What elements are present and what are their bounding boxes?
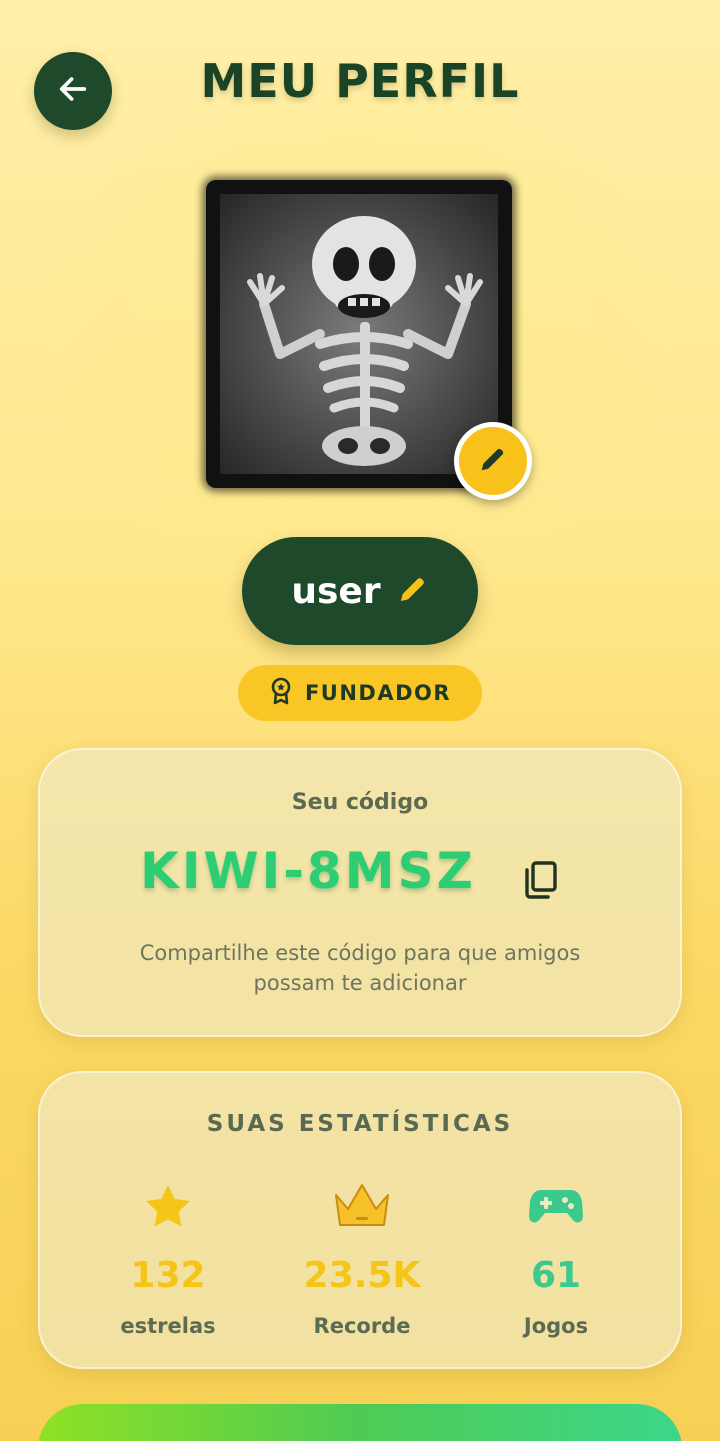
friend-code-card: Seu código KIWI-8MSZ Compartilhe este có…	[38, 748, 682, 1037]
skeleton-avatar-image	[247, 216, 483, 466]
stat-record: 23.5K Recorde	[272, 1179, 452, 1338]
username-text: user	[291, 570, 381, 612]
stat-label: Jogos	[523, 1314, 589, 1338]
stat-label: estrelas	[120, 1314, 216, 1338]
pencil-icon	[478, 444, 508, 478]
founder-badge: FUNDADOR	[238, 665, 482, 721]
friend-code: KIWI-8MSZ	[140, 842, 476, 900]
stat-stars: 132 estrelas	[78, 1179, 258, 1338]
page-title: MEU PERFIL	[200, 54, 520, 108]
bottom-action-button[interactable]	[38, 1404, 682, 1441]
username-button[interactable]: user	[242, 537, 478, 645]
code-help-text: Compartilhe este código para que amigos …	[139, 941, 581, 995]
code-label: Seu código	[291, 790, 429, 815]
stat-value: 23.5K	[303, 1255, 421, 1296]
copy-icon	[522, 860, 558, 904]
gamepad-icon	[466, 1179, 646, 1235]
crown-icon	[272, 1179, 452, 1235]
stat-label: Recorde	[313, 1314, 411, 1338]
stats-title: SUAS ESTATÍSTICAS	[206, 1111, 514, 1137]
award-icon	[269, 677, 293, 709]
star-icon	[78, 1179, 258, 1235]
stat-value: 61	[530, 1255, 582, 1296]
stats-card: SUAS ESTATÍSTICAS 132 estrelas 23.5K Rec…	[38, 1071, 682, 1369]
pencil-icon	[397, 573, 429, 609]
copy-code-button[interactable]	[518, 858, 562, 906]
badge-label: FUNDADOR	[304, 681, 452, 705]
stat-value: 132	[130, 1255, 206, 1296]
edit-avatar-button[interactable]	[454, 422, 532, 500]
stat-games: 61 Jogos	[466, 1179, 646, 1338]
